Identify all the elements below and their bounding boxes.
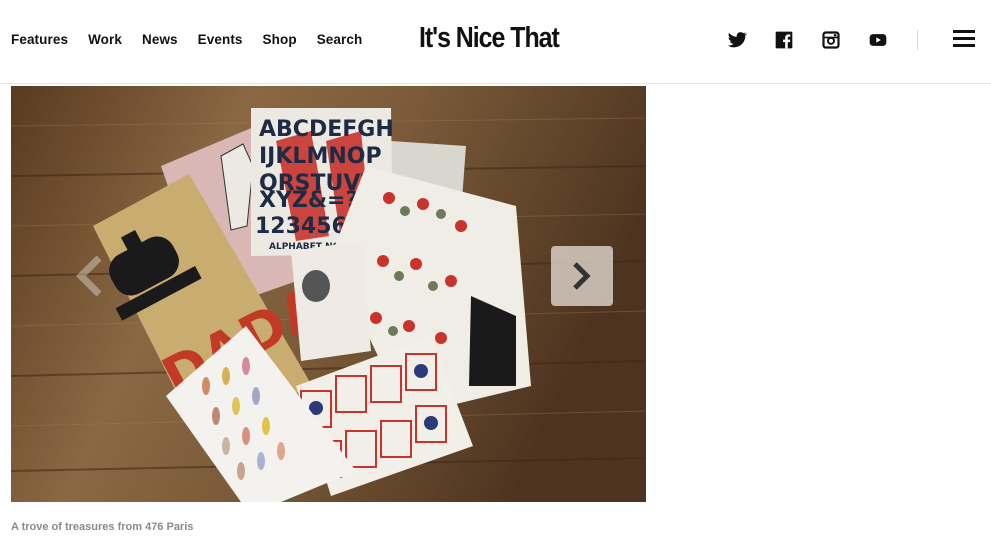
main-nav: Features Work News Events Shop Search (11, 32, 382, 47)
hero-image: ABCDEFGH IJKLMNOP QRSTUVW XYZ&=? 1234567… (11, 86, 646, 502)
social-links (727, 30, 915, 50)
poster-row-2: IJKLMNOP (259, 144, 382, 169)
youtube-icon[interactable] (868, 30, 888, 50)
hamburger-menu-icon[interactable] (953, 30, 975, 48)
next-slide-button[interactable] (551, 246, 613, 306)
poster-row-4: XYZ&=? (259, 188, 358, 213)
nav-events[interactable]: Events (198, 32, 243, 47)
header-divider (917, 30, 918, 50)
nav-shop[interactable]: Shop (263, 32, 297, 47)
chevron-right-icon (573, 262, 591, 290)
nav-work[interactable]: Work (88, 32, 122, 47)
nav-features[interactable]: Features (11, 32, 68, 47)
poster-row-1: ABCDEFGH (259, 117, 394, 142)
chevron-left-icon[interactable] (61, 246, 121, 306)
instagram-icon[interactable] (821, 30, 841, 50)
site-logo[interactable]: It's Nice That (419, 22, 560, 55)
facebook-icon[interactable] (774, 30, 794, 50)
image-caption: A trove of treasures from 476 Paris (11, 521, 194, 533)
site-header: Features Work News Events Shop Search It… (0, 0, 991, 84)
nav-search[interactable]: Search (317, 32, 363, 47)
nav-news[interactable]: News (142, 32, 178, 47)
twitter-icon[interactable] (727, 30, 747, 50)
